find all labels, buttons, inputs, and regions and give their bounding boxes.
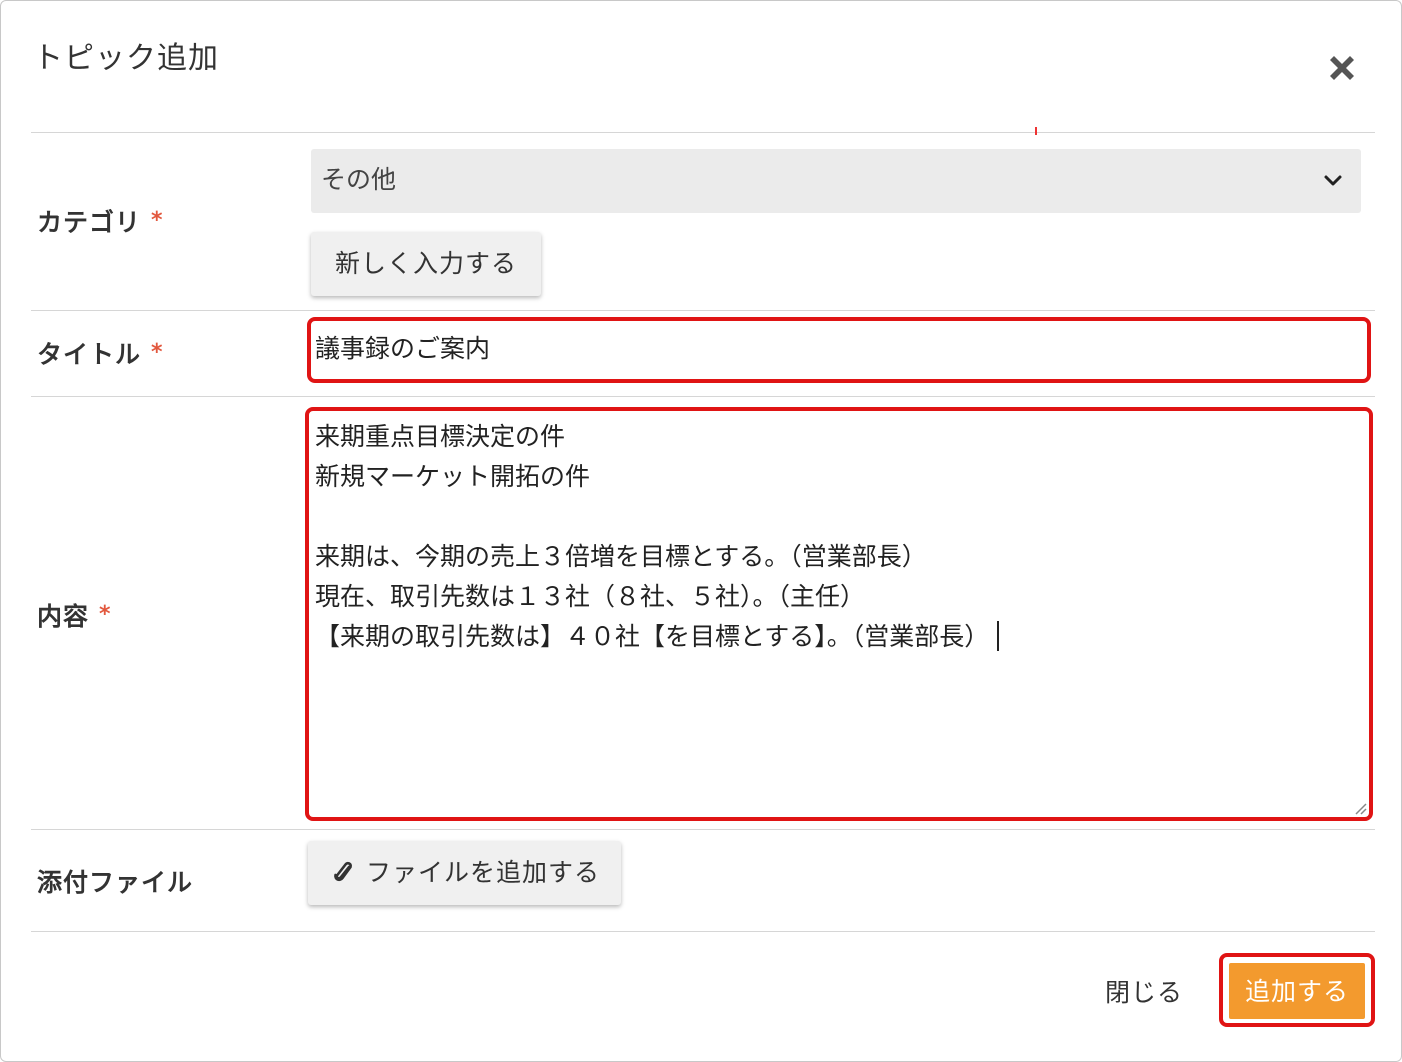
add-topic-dialog: トピック追加 カテゴリ * その他 新しく入力する タイトル * 議事録のご案内 内… (0, 0, 1402, 1062)
resize-handle-icon[interactable] (1351, 799, 1367, 815)
add-file-label: ファイルを追加する (366, 858, 601, 887)
add-file-button[interactable]: ファイルを追加する (308, 841, 621, 905)
category-label: カテゴリ * (37, 203, 164, 239)
header-divider (31, 132, 1375, 133)
content-line (315, 497, 1363, 537)
content-line: 新規マーケット開拓の件 (315, 462, 591, 491)
paperclip-icon (334, 861, 352, 882)
content-textarea[interactable]: 来期重点目標決定の件 新規マーケット開拓の件 来期は、今期の売上３倍増を目標とす… (305, 407, 1373, 821)
title-input[interactable]: 議事録のご案内 (307, 317, 1371, 383)
add-topic-button[interactable]: 追加する (1229, 963, 1365, 1019)
category-select[interactable]: その他 (311, 149, 1361, 213)
content-line: 現在、取引先数は１３社（８社、５社）。（主任） (315, 582, 866, 611)
content-label: 内容 * (37, 597, 112, 633)
title-label: タイトル * (37, 335, 164, 371)
dialog-title: トピック追加 (33, 41, 219, 76)
content-line-with-caret: 【来期の取引先数は】４０社【を目標とする】。（営業部長） (315, 617, 1363, 657)
close-icon[interactable] (1323, 49, 1361, 87)
category-label-text: カテゴリ (37, 208, 142, 237)
category-selected-value: その他 (321, 165, 397, 194)
annotation-mark (1035, 127, 1037, 135)
required-mark: * (151, 208, 164, 233)
content-line: 【来期の取引先数は】４０社【を目標とする】。（営業部長） (315, 622, 990, 651)
row-divider (31, 396, 1375, 397)
content-line: 来期重点目標決定の件 (315, 422, 566, 451)
new-category-button[interactable]: 新しく入力する (311, 232, 541, 296)
content-line: 来期は、今期の売上３倍増を目標とする。（営業部長） (315, 542, 927, 571)
footer-divider (31, 931, 1375, 932)
required-mark: * (99, 602, 112, 627)
chevron-down-icon (1324, 175, 1342, 186)
text-caret (997, 621, 1000, 651)
title-label-text: タイトル (37, 340, 142, 369)
row-divider (31, 829, 1375, 830)
required-mark: * (151, 340, 164, 365)
attachment-label: 添付ファイル (37, 868, 194, 897)
row-divider (31, 310, 1375, 311)
close-button[interactable]: 閉じる (1105, 973, 1183, 1009)
content-label-text: 内容 (37, 602, 90, 631)
